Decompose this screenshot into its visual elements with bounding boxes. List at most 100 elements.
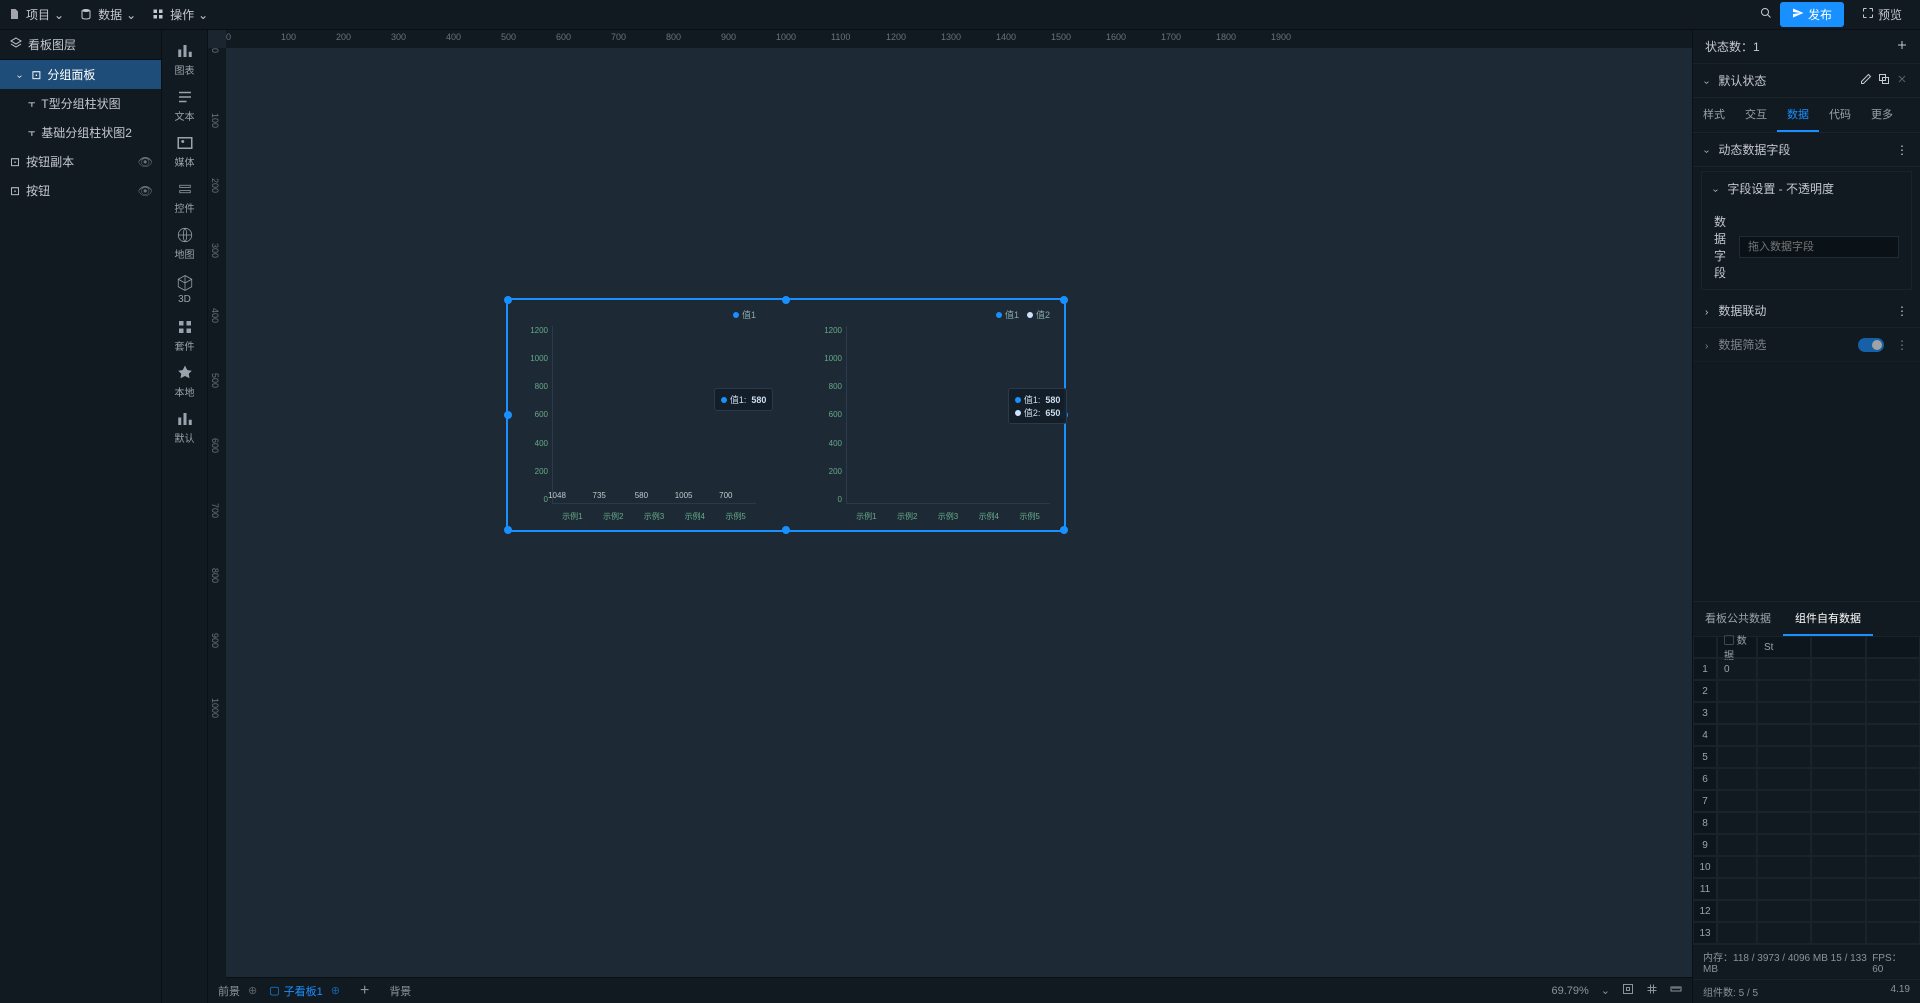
add-icon[interactable]: ⊕ (248, 984, 257, 997)
table-cell[interactable] (1811, 834, 1865, 856)
table-cell[interactable] (1866, 680, 1920, 702)
table-header[interactable]: ▢ 数据 (1717, 636, 1757, 658)
palette-item[interactable]: 文本 (166, 82, 204, 128)
table-cell[interactable] (1757, 702, 1811, 724)
table-cell[interactable] (1866, 878, 1920, 900)
chevron-right-icon[interactable] (1705, 338, 1712, 352)
table-cell[interactable] (1866, 658, 1920, 680)
bar-chart[interactable]: 值1值2120010008006004002000示例1示例2示例3示例4示例5… (816, 308, 1050, 522)
props-tab[interactable]: 样式 (1693, 98, 1735, 132)
row-number[interactable]: 6 (1693, 768, 1717, 790)
visibility-icon[interactable]: 👁 (130, 155, 161, 169)
props-tab[interactable]: 数据 (1777, 98, 1819, 132)
resize-handle[interactable] (782, 526, 790, 534)
row-number[interactable]: 8 (1693, 812, 1717, 834)
menu-project[interactable]: 项目 ⌄ (8, 6, 64, 23)
chevron-down-icon[interactable] (1705, 143, 1712, 157)
table-cell[interactable] (1757, 834, 1811, 856)
table-cell[interactable] (1717, 900, 1757, 922)
search-icon[interactable] (1760, 7, 1772, 22)
layer-item[interactable]: ⊡ 按钮 (0, 176, 130, 205)
table-cell[interactable] (1866, 834, 1920, 856)
table-cell[interactable] (1757, 768, 1811, 790)
resize-handle[interactable] (1060, 526, 1068, 534)
preview-button[interactable]: 预览 (1852, 2, 1912, 27)
palette-item[interactable]: 控件 (166, 174, 204, 220)
chevron-right-icon[interactable] (1705, 304, 1712, 318)
menu-operations[interactable]: 操作 ⌄ (152, 6, 208, 23)
table-cell[interactable] (1757, 724, 1811, 746)
table-cell[interactable] (1717, 702, 1757, 724)
table-cell[interactable] (1717, 790, 1757, 812)
table-cell[interactable] (1866, 922, 1920, 944)
palette-item[interactable]: 3D (166, 266, 204, 312)
bottom-tab[interactable]: 背景 (389, 983, 411, 999)
table-cell[interactable] (1717, 812, 1757, 834)
palette-item[interactable]: 默认 (166, 404, 204, 450)
more-icon[interactable]: ⋮ (1896, 338, 1908, 352)
row-number[interactable]: 2 (1693, 680, 1717, 702)
chevron-down-icon[interactable]: ⌄ (1601, 984, 1610, 997)
edit-icon[interactable] (1860, 73, 1872, 88)
resize-handle[interactable] (782, 296, 790, 304)
props-tab[interactable]: 交互 (1735, 98, 1777, 132)
table-header[interactable] (1811, 636, 1865, 658)
row-number[interactable]: 12 (1693, 900, 1717, 922)
props-tab[interactable]: 代码 (1819, 98, 1861, 132)
row-number[interactable]: 9 (1693, 834, 1717, 856)
table-cell[interactable] (1866, 768, 1920, 790)
canvas[interactable]: 值112001000800600400200010487355801005700… (226, 48, 1692, 977)
table-cell[interactable] (1717, 834, 1757, 856)
table-cell[interactable] (1866, 812, 1920, 834)
table-cell[interactable] (1717, 680, 1757, 702)
row-number[interactable]: 10 (1693, 856, 1717, 878)
table-cell[interactable] (1757, 878, 1811, 900)
copy-icon[interactable] (1878, 73, 1890, 88)
row-number[interactable]: 11 (1693, 878, 1717, 900)
table-cell[interactable] (1757, 812, 1811, 834)
menu-data[interactable]: 数据 ⌄ (80, 6, 136, 23)
table-cell[interactable] (1811, 878, 1865, 900)
more-icon[interactable]: ⋮ (1896, 304, 1908, 318)
table-cell[interactable] (1757, 922, 1811, 944)
table-cell[interactable] (1811, 702, 1865, 724)
table-cell[interactable] (1811, 790, 1865, 812)
chevron-down-icon[interactable] (1705, 74, 1712, 88)
table-cell[interactable] (1757, 680, 1811, 702)
row-number[interactable]: 4 (1693, 724, 1717, 746)
table-cell[interactable] (1717, 746, 1757, 768)
selection-box[interactable]: 值112001000800600400200010487355801005700… (506, 298, 1066, 532)
table-cell[interactable]: 0 (1717, 658, 1757, 680)
palette-item[interactable]: 图表 (166, 36, 204, 82)
palette-item[interactable]: 地图 (166, 220, 204, 266)
data-field-input[interactable] (1739, 236, 1899, 258)
fit-screen-icon[interactable] (1622, 983, 1634, 998)
more-icon[interactable]: ⋮ (1896, 143, 1908, 157)
data-grid[interactable]: ▢ 数据St102345678910111213 (1693, 636, 1920, 944)
palette-item[interactable]: 套件 (166, 312, 204, 358)
table-cell[interactable] (1811, 724, 1865, 746)
table-cell[interactable] (1866, 702, 1920, 724)
table-cell[interactable] (1811, 746, 1865, 768)
table-cell[interactable] (1717, 724, 1757, 746)
props-tab[interactable]: 更多 (1861, 98, 1903, 132)
add-icon[interactable]: ⊕ (331, 984, 340, 997)
table-header[interactable] (1866, 636, 1920, 658)
table-header[interactable]: St (1757, 636, 1811, 658)
chevron-down-icon[interactable] (1714, 182, 1721, 196)
visibility-icon[interactable]: 👁 (130, 184, 161, 198)
resize-handle[interactable] (1060, 296, 1068, 304)
add-icon[interactable] (1896, 39, 1908, 54)
table-cell[interactable] (1811, 680, 1865, 702)
table-cell[interactable] (1757, 900, 1811, 922)
layer-item[interactable]: ⊡ 按钮副本 (0, 147, 130, 176)
table-cell[interactable] (1811, 812, 1865, 834)
table-cell[interactable] (1717, 878, 1757, 900)
bottom-tab[interactable]: 前景 ⊕ (218, 983, 257, 999)
table-cell[interactable] (1811, 658, 1865, 680)
table-cell[interactable] (1717, 922, 1757, 944)
resize-handle[interactable] (504, 526, 512, 534)
row-number[interactable]: 7 (1693, 790, 1717, 812)
table-cell[interactable] (1866, 746, 1920, 768)
row-number[interactable]: 1 (1693, 658, 1717, 680)
